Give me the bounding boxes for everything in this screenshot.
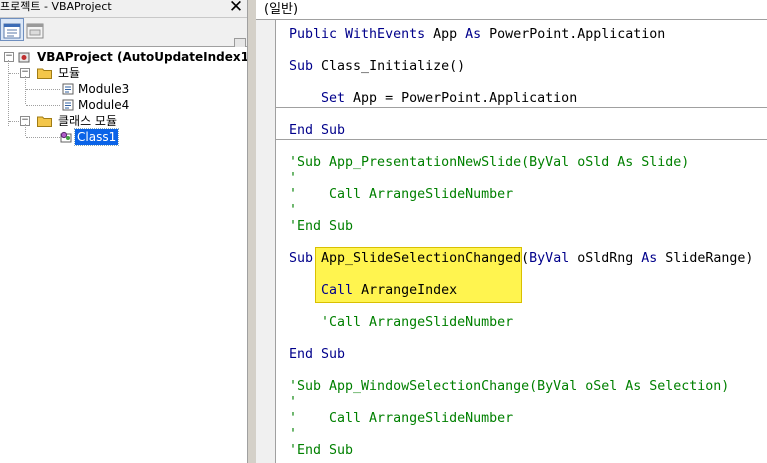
tree-item-modules-folder[interactable]: − 모듈 xyxy=(0,65,247,81)
explorer-toolbar xyxy=(0,18,247,62)
code-comment: 'Sub App_PresentationNewSlide(ByVal oSld… xyxy=(289,155,690,170)
code-keyword: Public WithEvents xyxy=(289,27,434,42)
code-editor[interactable]: Public WithEvents App As PowerPoint.Appl… xyxy=(276,20,767,463)
code-text: oSldRng xyxy=(577,251,642,266)
tree-connector xyxy=(26,137,60,138)
code-margin-indicator-bar[interactable] xyxy=(256,20,276,463)
code-keyword: ByVal xyxy=(529,251,578,266)
code-comment: ' Call ArrangeSlideNumber xyxy=(289,187,514,202)
code-keyword: Sub xyxy=(289,59,322,74)
folder-icon xyxy=(37,116,52,127)
code-comment: 'End Sub xyxy=(289,443,354,458)
code-line: 'End Sub xyxy=(289,442,353,459)
project-explorer-pane: 프로젝트 - VBAProject ✕ − VBAProject (AutoUp… xyxy=(0,0,247,463)
code-line: ' Call ArrangeSlideNumber xyxy=(289,186,513,203)
code-text: SlideRange) xyxy=(665,251,754,266)
code-comment: ' xyxy=(289,427,298,442)
code-line: Set App = PowerPoint.Application xyxy=(289,90,577,107)
code-line: 'Sub App_WindowSelectionChange(ByVal oSe… xyxy=(289,378,729,395)
code-line: ' xyxy=(289,394,297,411)
code-comment: 'End Sub xyxy=(289,219,354,234)
explorer-title-bar: 프로젝트 - VBAProject ✕ xyxy=(0,0,247,18)
code-line: Sub Class_Initialize() xyxy=(289,58,465,75)
close-icon[interactable]: ✕ xyxy=(227,0,245,16)
code-line: ' xyxy=(289,426,297,443)
tree-item-label: VBAProject (AutoUpdateIndex1. xyxy=(37,50,247,64)
code-keyword: As xyxy=(641,251,666,266)
code-comment: ' xyxy=(289,395,298,410)
code-text: ArrangeIndex xyxy=(361,283,458,298)
tree-item-label: Class1 xyxy=(73,128,120,146)
object-dropdown[interactable]: (일반) xyxy=(264,1,298,18)
code-line: ' Call ArrangeSlideNumber xyxy=(289,410,513,427)
procedure-separator xyxy=(276,107,767,108)
class-module-icon xyxy=(60,131,72,143)
view-object-icon[interactable] xyxy=(26,23,44,39)
tree-item-module[interactable]: Module3 xyxy=(0,81,247,97)
code-keyword: Call xyxy=(289,283,362,298)
code-comment: 'Call ArrangeSlideNumber xyxy=(289,315,514,330)
code-line: 'Sub App_PresentationNewSlide(ByVal oSld… xyxy=(289,154,689,171)
code-keyword: Set xyxy=(289,91,354,106)
tree-item-class-modules-folder[interactable]: − 클래스 모듈 xyxy=(0,113,247,129)
tree-item-label: Module4 xyxy=(78,98,130,112)
view-code-icon[interactable] xyxy=(3,23,21,39)
module-icon xyxy=(62,83,74,95)
explorer-title: 프로젝트 - VBAProject xyxy=(0,0,112,13)
folder-icon xyxy=(37,68,52,79)
object-procedure-bar: (일반) xyxy=(256,0,767,20)
vba-project-icon xyxy=(18,52,30,63)
tree-item-module[interactable]: Module4 xyxy=(0,97,247,113)
pane-splitter[interactable] xyxy=(247,0,254,463)
code-line: ' xyxy=(289,202,297,219)
procedure-separator xyxy=(276,139,767,140)
tree-item-label: 클래스 모듈 xyxy=(58,114,118,128)
code-line: Call ArrangeIndex xyxy=(289,282,457,299)
tree-item-class-module[interactable]: Class1 xyxy=(0,128,247,146)
code-line: Sub App_SlideSelectionChanged(ByVal oSld… xyxy=(289,250,753,267)
code-comment: 'Sub App_WindowSelectionChange(ByVal oSe… xyxy=(289,379,730,394)
code-text: PowerPoint.Application xyxy=(489,27,666,42)
tree-item-project[interactable]: − VBAProject (AutoUpdateIndex1. xyxy=(0,49,247,65)
code-comment: ' xyxy=(289,203,298,218)
tree-connector xyxy=(26,105,60,106)
code-text: Class_Initialize() xyxy=(321,59,466,74)
code-text: App = PowerPoint.Application xyxy=(353,91,578,106)
tree-connector xyxy=(26,89,60,90)
code-keyword: End Sub xyxy=(289,347,346,362)
code-comment: ' Call ArrangeSlideNumber xyxy=(289,411,514,426)
code-line: Public WithEvents App As PowerPoint.Appl… xyxy=(289,26,665,43)
code-line: End Sub xyxy=(289,346,345,363)
tree-item-label: 모듈 xyxy=(58,66,81,80)
collapse-icon[interactable]: − xyxy=(4,52,14,62)
code-text: App xyxy=(433,27,466,42)
tree-item-label: Module3 xyxy=(78,82,130,96)
code-keyword: As xyxy=(465,27,490,42)
code-keyword: Sub xyxy=(289,251,322,266)
module-icon xyxy=(62,99,74,111)
code-text: App_SlideSelectionChanged( xyxy=(321,251,530,266)
code-line: ' xyxy=(289,170,297,187)
code-line: End Sub xyxy=(289,122,345,139)
code-line: 'Call ArrangeSlideNumber xyxy=(289,314,513,331)
code-comment: ' xyxy=(289,171,298,186)
code-line: 'End Sub xyxy=(289,218,353,235)
project-tree: − VBAProject (AutoUpdateIndex1. − 모듈 Mod… xyxy=(0,47,247,463)
code-keyword: End Sub xyxy=(289,123,346,138)
